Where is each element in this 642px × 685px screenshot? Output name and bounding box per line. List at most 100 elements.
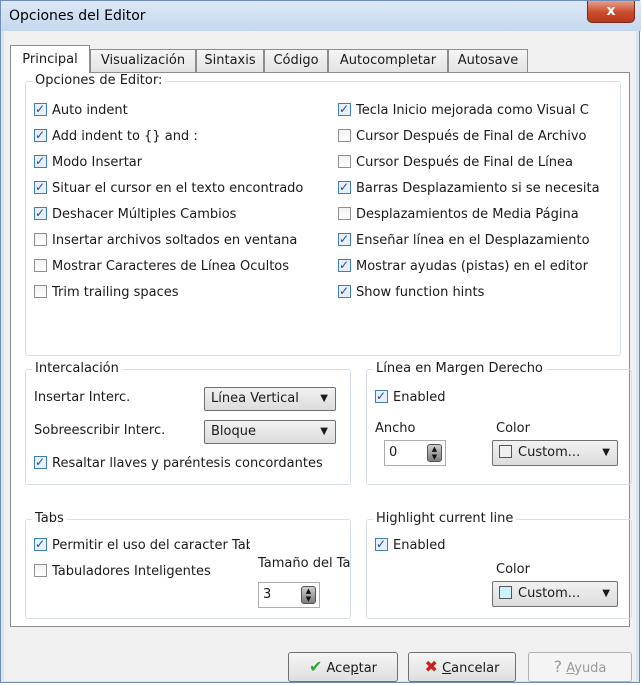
spinner-arrows-icon[interactable]: ▲ ▼ [301,586,316,604]
editor-option-label: Situar el cursor en el texto encontrado [52,181,304,196]
width-spinner[interactable]: 0 ▲ ▼ [384,440,446,466]
insert-caret-label: Insertar Interc. [34,390,131,405]
allow-tab-checkbox[interactable]: Permitir el uso del caracter Tab [34,537,250,555]
editor-option-label: Mostrar ayudas (pistas) en el editor [356,259,588,274]
highlight-line-enabled-checkbox[interactable]: Enabled [375,537,495,555]
highlight-braces-label: Resaltar llaves y paréntesis concordante… [52,456,323,471]
highlight-braces-checkbox[interactable]: Resaltar llaves y paréntesis concordante… [34,455,346,473]
editor-option-label: Add indent to {} and : [52,129,198,144]
editor-option-label: Mostrar Caracteres de Línea Ocultos [52,259,290,274]
editor-option-label: Auto indent [52,103,128,118]
caret-group: Intercalación Insertar Interc. Línea Ver… [25,361,351,485]
chevron-down-icon: ▼ [320,393,328,404]
checkbox-icon [338,284,351,300]
editor-option-label: Deshacer Múltiples Cambios [52,207,237,222]
editor-option-checkbox[interactable]: Show function hints [338,284,618,302]
editor-option-checkbox[interactable]: Insertar archivos soltados en ventana [34,232,320,250]
editor-option-checkbox[interactable]: Barras Desplazamiento si se necesita [338,180,618,198]
close-button[interactable]: x [587,1,635,23]
color-swatch [499,586,512,599]
tab-size-value: 3 [263,587,272,602]
checkbox-icon [338,129,351,142]
editor-option-checkbox[interactable]: Cursor Después de Final de Archivo [338,128,618,146]
tab-sintaxis[interactable]: Sintaxis [196,49,264,72]
dialog-client: Principal Visualización Sintaxis Código … [4,31,636,682]
accept-label: Aceptar [326,661,378,676]
checkbox-icon [338,155,351,168]
checkbox-icon [375,389,388,405]
allow-tab-label: Permitir el uso del caracter Tab [52,538,250,553]
smart-tabs-checkbox[interactable]: Tabuladores Inteligentes [34,563,250,581]
right-margin-group: Línea en Margen Derecho Enabled Ancho 0 … [366,361,632,485]
checkbox-icon [34,537,47,553]
checkbox-icon [338,102,351,118]
editor-option-label: Cursor Después de Final de Línea [356,155,573,170]
highlight-color-select[interactable]: Custom... ▼ [492,581,618,607]
overwrite-caret-select[interactable]: Bloque ▼ [204,420,336,444]
tab-principal[interactable]: Principal [10,45,90,73]
editor-option-label: Enseñar línea en el Desplazamiento [356,233,590,248]
margin-color-value: Custom... [518,445,581,460]
editor-option-checkbox[interactable]: Auto indent [34,102,320,120]
editor-option-label: Trim trailing spaces [52,285,179,300]
help-label: Ayuda [566,661,607,676]
checkbox-icon [34,180,47,196]
margin-color-label: Color [496,421,530,436]
help-question-icon: ? [553,657,563,676]
editor-option-checkbox[interactable]: Enseñar línea en el Desplazamiento [338,232,618,250]
tab-autocompletar[interactable]: Autocompletar [328,49,448,72]
insert-caret-value: Línea Vertical [211,391,299,406]
editor-option-label: Tecla Inicio mejorada como Visual C [356,103,589,118]
cancel-x-icon: ✖ [424,657,438,676]
editor-option-checkbox[interactable]: Mostrar Caracteres de Línea Ocultos [34,258,320,276]
editor-option-checkbox[interactable]: Situar el cursor en el texto encontrado [34,180,320,198]
highlight-color-value: Custom... [518,586,581,601]
color-swatch [499,445,512,458]
editor-option-checkbox[interactable]: Trim trailing spaces [34,284,320,302]
editor-options-window: Opciones del Editor x Principal Visualiz… [0,0,641,683]
accept-button[interactable]: ✔ Aceptar [288,652,398,682]
editor-option-checkbox[interactable]: Deshacer Múltiples Cambios [34,206,320,224]
right-margin-enabled-checkbox[interactable]: Enabled [375,389,495,407]
checkbox-icon [34,102,47,118]
tab-autosave[interactable]: Autosave [448,49,528,72]
title-bar[interactable]: Opciones del Editor x [1,1,641,31]
width-value: 0 [389,445,398,460]
check-icon: ✔ [308,657,323,676]
editor-option-label: Barras Desplazamiento si se necesita [356,181,600,196]
editor-option-label: Cursor Después de Final de Archivo [356,129,587,144]
checkbox-icon [34,233,47,246]
checkbox-icon [338,258,351,274]
editor-option-checkbox[interactable]: Desplazamientos de Media Página [338,206,618,224]
spinner-arrows-icon[interactable]: ▲ ▼ [427,444,442,462]
checkbox-icon [338,207,351,220]
editor-option-checkbox[interactable]: Tecla Inicio mejorada como Visual C [338,102,618,120]
chevron-down-icon: ▼ [602,447,610,458]
editor-option-checkbox[interactable]: Add indent to {} and : [34,128,320,146]
insert-caret-select[interactable]: Línea Vertical ▼ [204,387,336,411]
smart-tabs-label: Tabuladores Inteligentes [52,564,211,579]
highlight-color-label: Color [496,562,530,577]
tabs-group: Tabs Permitir el uso del caracter Tab Ta… [25,511,351,619]
tab-codigo[interactable]: Código [264,49,328,72]
editor-option-checkbox[interactable]: Mostrar ayudas (pistas) en el editor [338,258,618,276]
editor-option-checkbox[interactable]: Cursor Después de Final de Línea [338,154,618,172]
help-button[interactable]: ? Ayuda [528,652,632,682]
caret-legend: Intercalación [32,361,122,377]
overwrite-caret-label: Sobreescribir Interc. [34,423,166,438]
editor-option-label: Show function hints [356,285,485,300]
overwrite-caret-value: Bloque [211,424,256,439]
checkbox-icon [34,128,47,144]
checkbox-icon [338,180,351,196]
tab-visualizacion[interactable]: Visualización [90,49,196,72]
width-label: Ancho [375,421,416,436]
checkbox-icon [34,285,47,298]
editor-options-group: Opciones de Editor: Auto indent Add inden… [25,73,621,356]
editor-option-checkbox[interactable]: Modo Insertar [34,154,320,172]
editor-option-label: Desplazamientos de Media Página [356,207,579,222]
tab-size-spinner[interactable]: 3 ▲ ▼ [258,582,320,608]
tabs-legend: Tabs [32,511,67,527]
cancel-button[interactable]: ✖ Cancelar [408,652,516,682]
window-title: Opciones del Editor [9,8,146,24]
margin-color-select[interactable]: Custom... ▼ [492,440,618,466]
